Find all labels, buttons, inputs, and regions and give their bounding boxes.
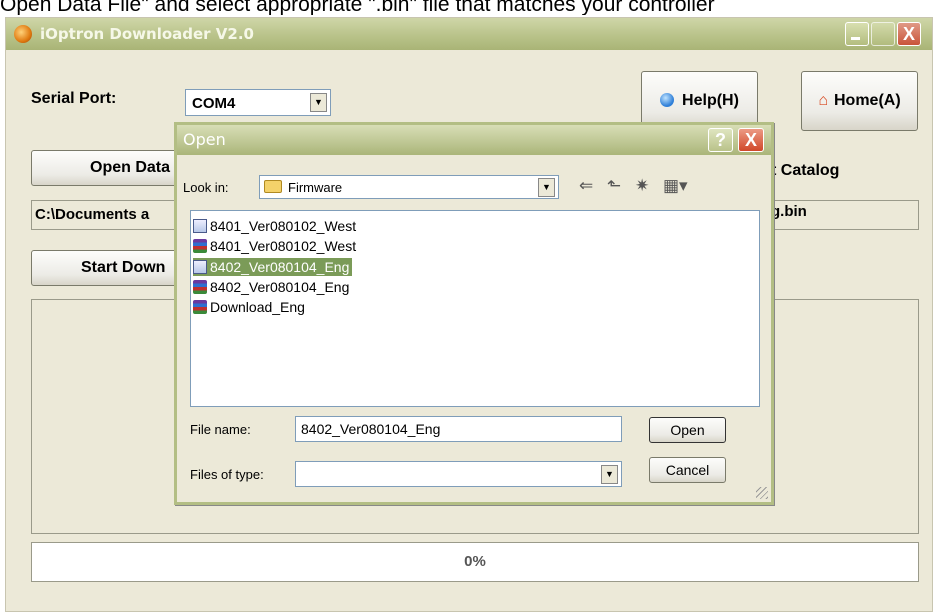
file-name-input[interactable]: 8402_Ver080104_Eng [295,416,622,442]
home-button-label: Home(A) [834,92,901,109]
file-name: 8402_Ver080104_Eng [210,279,350,295]
progress-text: 0% [464,553,486,570]
resize-grip-icon[interactable] [756,487,768,499]
progress-bar: 0% [31,542,919,582]
rar-archive-icon [193,280,207,294]
file-type-label: Files of type: [190,467,264,482]
help-icon [660,93,675,107]
close-button[interactable]: X [897,22,921,46]
window-title: iOptron Downloader V2.0 [40,25,254,43]
new-folder-icon[interactable]: ✷ [635,176,649,196]
look-in-label: Look in: [183,180,229,195]
dialog-close-button[interactable]: X [738,128,764,152]
file-name: Download_Eng [210,299,305,315]
list-item[interactable]: 8401_Ver080102_West [193,217,359,235]
data-file-path-tail: g.bin [771,203,807,220]
look-in-select[interactable]: Firmware ▼ [259,175,559,199]
up-folder-icon[interactable]: ⬑ [607,176,621,196]
home-button[interactable]: ⌂ Home(A) [801,71,918,131]
dialog-title-bar[interactable]: Open ? X [177,125,771,155]
dialog-title: Open [183,130,226,149]
serial-port-select[interactable]: COM4 ▼ [185,89,331,116]
maximize-button[interactable] [871,22,895,46]
list-item[interactable]: Download_Eng [193,298,308,316]
dialog-help-button[interactable]: ? [708,128,733,152]
bin-file-icon [193,219,207,233]
folder-icon [264,180,282,193]
catalog-button-label[interactable]: t Catalog [771,162,839,180]
app-icon [14,25,32,43]
file-name-label: File name: [190,422,251,437]
open-button[interactable]: Open [649,417,726,443]
home-icon: ⌂ [818,92,828,109]
back-icon[interactable]: ⇐ [579,176,593,196]
look-in-value: Firmware [288,180,343,195]
instruction-caption: Open Data File" and select appropriate "… [0,0,715,15]
file-type-select[interactable]: ▼ [295,461,622,487]
minimize-button[interactable] [845,22,869,46]
file-list[interactable]: 8401_Ver080102_West 8401_Ver080102_West … [190,210,760,407]
serial-port-value: COM4 [192,95,236,112]
rar-archive-icon [193,300,207,314]
view-menu-icon[interactable]: ▦▾ [663,176,688,196]
cancel-button[interactable]: Cancel [649,457,726,483]
chevron-down-icon[interactable]: ▼ [601,465,618,484]
file-name: 8401_Ver080102_West [210,218,357,234]
window-title-bar[interactable]: iOptron Downloader V2.0 X [6,18,932,50]
rar-archive-icon [193,239,207,253]
open-file-dialog: Open ? X Look in: Firmware ▼ ⇐ ⬑ ✷ ▦▾ 84… [174,122,774,505]
chevron-down-icon[interactable]: ▼ [538,178,555,197]
list-item[interactable]: 8401_Ver080102_West [193,237,359,255]
file-name: 8401_Ver080102_West [210,238,357,254]
file-name: 8402_Ver080104_Eng [210,259,350,275]
serial-port-label: Serial Port: [31,90,117,107]
list-item-selected[interactable]: 8402_Ver080104_Eng [193,258,353,276]
list-item[interactable]: 8402_Ver080104_Eng [193,278,352,296]
bin-file-icon [193,260,207,274]
chevron-down-icon[interactable]: ▼ [310,93,327,112]
help-button-label: Help(H) [682,92,739,109]
